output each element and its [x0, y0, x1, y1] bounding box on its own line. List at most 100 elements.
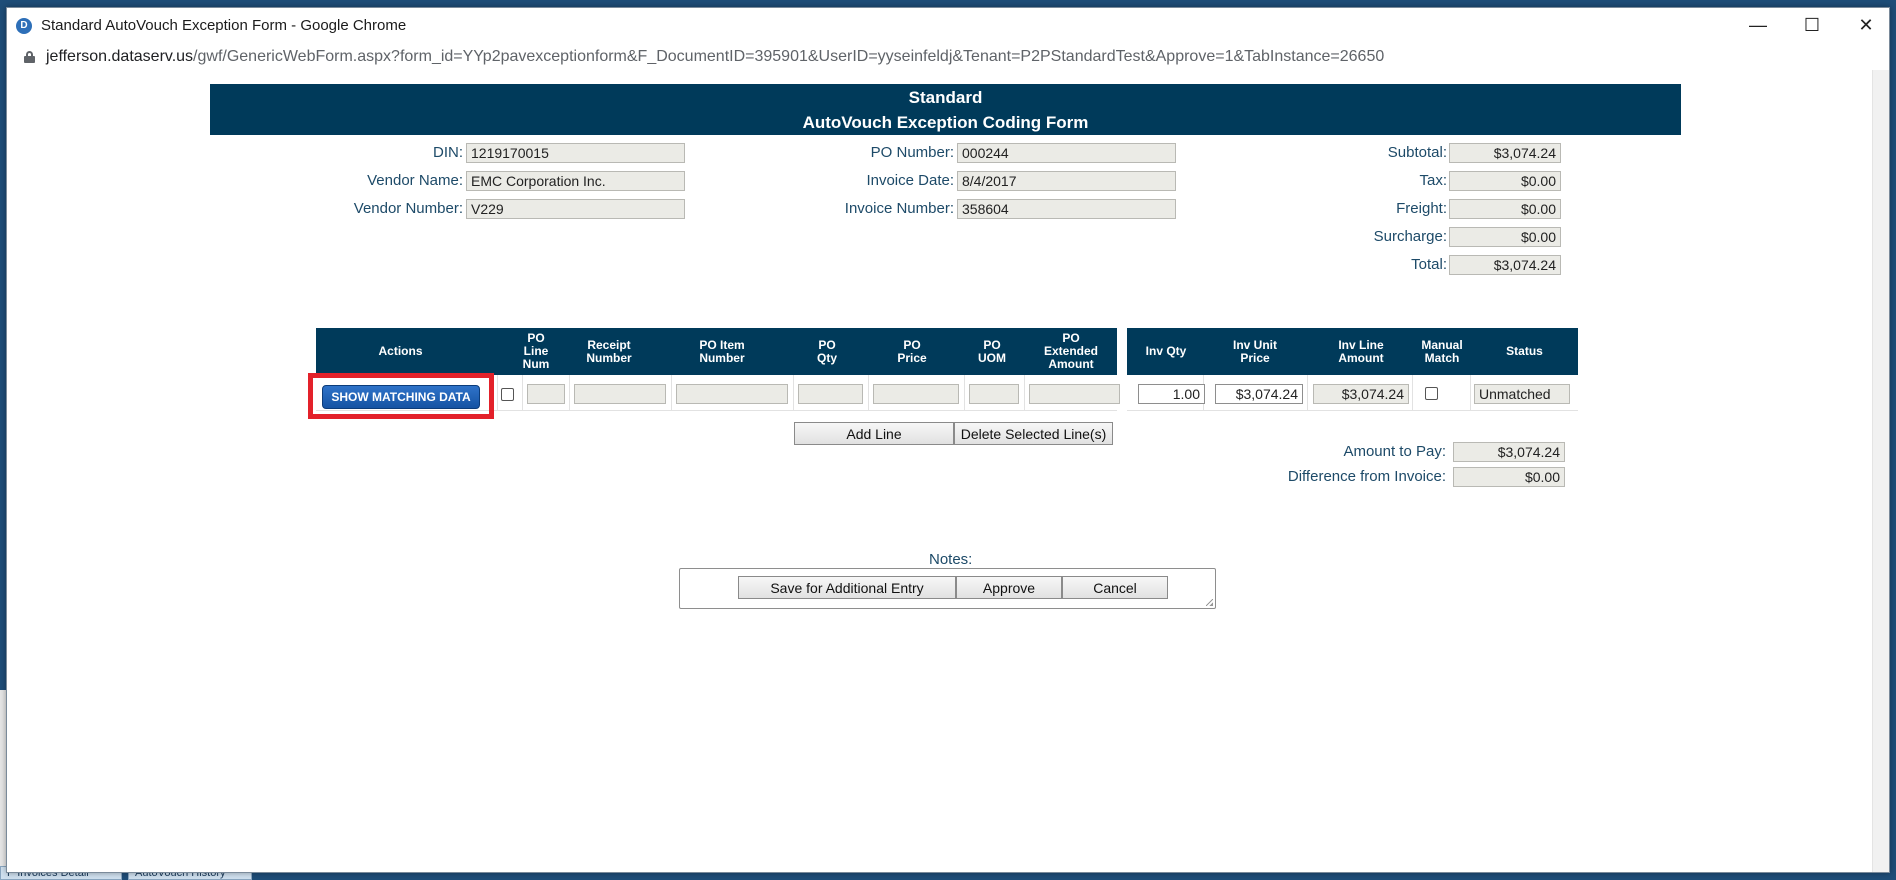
header-po-qty: PO Qty — [793, 328, 861, 375]
vendor-number-label: Vendor Number: — [353, 200, 463, 217]
row-separator — [1307, 375, 1308, 411]
header-inv-unit-price: Inv Unit Price — [1207, 328, 1303, 375]
notes-label: Notes: — [929, 551, 973, 568]
header-po-qty-2: Qty — [816, 350, 837, 365]
resize-handle-icon[interactable] — [1206, 599, 1213, 606]
po-grid-header: Actions PO Line Num Receipt Number PO Item N… — [316, 328, 1117, 375]
po-price-field[interactable] — [873, 384, 959, 404]
form-header: Standard AutoVouch Exception Coding Form — [210, 84, 1681, 135]
row-separator — [793, 375, 794, 411]
manual-match-checkbox[interactable] — [1425, 387, 1438, 400]
po-item-number-field[interactable] — [676, 384, 788, 404]
header-po-item-number-1: PO Item — [699, 337, 745, 352]
status-field[interactable]: Unmatched — [1474, 384, 1570, 404]
freight-field[interactable]: $0.00 — [1449, 199, 1561, 219]
header-actions: Actions — [378, 344, 423, 358]
header-po-price: PO Price — [868, 328, 956, 375]
surcharge-label: Surcharge: — [1373, 228, 1447, 245]
row-separator — [671, 375, 672, 411]
vendor-number-field[interactable]: V229 — [466, 199, 685, 219]
header-po-item-number-2: Number — [699, 350, 745, 365]
app-icon: D — [16, 17, 32, 34]
po-line-num-field[interactable] — [527, 384, 565, 404]
header-po-line-num-3: Num — [522, 357, 550, 371]
minimize-icon[interactable]: — — [1731, 8, 1785, 43]
row-separator — [522, 375, 523, 411]
po-extended-amount-field[interactable] — [1029, 384, 1120, 404]
surcharge-field[interactable]: $0.00 — [1449, 227, 1561, 247]
invoice-grid-header: Inv Qty Inv Unit Price Inv Line Amount Man… — [1127, 328, 1578, 375]
header-po-uom-1: PO — [983, 337, 1001, 352]
lock-icon — [24, 50, 35, 63]
header-receipt-number-2: Number — [586, 350, 632, 365]
address-bar[interactable]: jefferson.dataserv.us/gwf/GenericWebForm… — [7, 43, 1889, 70]
header-receipt-number: Receipt Number — [563, 328, 655, 375]
invoice-number-field[interactable]: 358604 — [957, 199, 1176, 219]
subtotal-field[interactable]: $3,074.24 — [1449, 143, 1561, 163]
total-label: Total: — [1411, 256, 1447, 273]
vendor-name-field[interactable]: EMC Corporation Inc. — [466, 171, 685, 191]
window-title: Standard AutoVouch Exception Form - Goog… — [41, 17, 407, 34]
header-inv-line-amount-1: Inv Line — [1338, 337, 1384, 352]
receipt-number-field[interactable] — [574, 384, 666, 404]
difference-from-invoice-label: Difference from Invoice: — [1287, 468, 1446, 485]
inv-qty-field[interactable]: 1.00 — [1138, 384, 1205, 404]
inv-unit-price-field[interactable]: $3,074.24 — [1215, 384, 1303, 404]
header-inv-qty: Inv Qty — [1145, 344, 1187, 358]
header-line-2: AutoVouch Exception Coding Form — [802, 113, 1089, 132]
title-bar: D Standard AutoVouch Exception Form - Go… — [7, 8, 1889, 43]
delete-selected-lines-button[interactable]: Delete Selected Line(s) — [954, 422, 1113, 445]
header-po-line-num: PO Line Num — [517, 328, 555, 375]
amount-to-pay-label: Amount to Pay: — [1343, 443, 1446, 460]
invoice-date-field[interactable]: 8/4/2017 — [957, 171, 1176, 191]
header-inv-unit-price-2: Price — [1240, 350, 1270, 365]
row-separator — [1470, 375, 1471, 411]
vertical-scrollbar[interactable] — [1872, 70, 1889, 872]
invoice-date-label: Invoice Date: — [866, 172, 954, 189]
header-manual-match: Manual Match — [1413, 328, 1471, 375]
header-po-extended-amount-3: Amount — [1048, 357, 1094, 371]
url-path: /gwf/GenericWebForm.aspx?form_id=YYp2pav… — [193, 47, 1385, 65]
header-inv-line-amount: Inv Line Amount — [1311, 328, 1411, 375]
row-separator — [569, 375, 570, 411]
row-bottom-line — [1127, 410, 1578, 411]
difference-from-invoice-field[interactable]: $0.00 — [1453, 467, 1565, 487]
header-po-item-number: PO Item Number — [666, 328, 778, 375]
header-line-1: Standard — [908, 88, 983, 107]
browser-window: D Standard AutoVouch Exception Form - Go… — [6, 7, 1890, 873]
header-po-extended-amount: PO Extended Amount — [1027, 328, 1115, 375]
header-receipt-number-1: Receipt — [587, 337, 631, 352]
select-line-checkbox[interactable] — [501, 388, 514, 401]
header-status: Status — [1506, 344, 1543, 358]
po-qty-field[interactable] — [798, 384, 863, 404]
url-host: jefferson.dataserv.us — [46, 47, 194, 65]
vendor-name-label: Vendor Name: — [367, 172, 463, 189]
header-manual-match-1: Manual — [1421, 337, 1463, 352]
amount-to-pay-field[interactable]: $3,074.24 — [1453, 442, 1565, 462]
din-field[interactable]: 1219170015 — [466, 143, 685, 163]
po-number-label: PO Number: — [870, 144, 954, 161]
page-content: Standard AutoVouch Exception Coding Form… — [7, 70, 1889, 872]
url-text[interactable]: jefferson.dataserv.us/gwf/GenericWebForm… — [46, 48, 1384, 66]
header-po-price-2: Price — [897, 350, 927, 365]
cancel-button[interactable]: Cancel — [1062, 576, 1168, 599]
maximize-icon[interactable]: ☐ — [1785, 8, 1839, 43]
header-po-price-1: PO — [903, 337, 921, 352]
close-icon[interactable]: ✕ — [1839, 8, 1889, 43]
din-label: DIN: — [433, 144, 463, 161]
po-number-field[interactable]: 000244 — [957, 143, 1176, 163]
save-for-additional-entry-button[interactable]: Save for Additional Entry — [738, 576, 956, 599]
total-field[interactable]: $3,074.24 — [1449, 255, 1561, 275]
row-separator — [1024, 375, 1025, 411]
invoice-number-label: Invoice Number: — [844, 200, 954, 217]
inv-line-amount-field[interactable]: $3,074.24 — [1313, 384, 1409, 404]
header-po-qty-1: PO — [818, 337, 836, 352]
row-separator — [868, 375, 869, 411]
freight-label: Freight: — [1396, 200, 1447, 217]
tax-field[interactable]: $0.00 — [1449, 171, 1561, 191]
approve-button[interactable]: Approve — [956, 576, 1062, 599]
add-line-button[interactable]: Add Line — [794, 422, 954, 445]
po-uom-field[interactable] — [969, 384, 1019, 404]
row-separator — [1412, 375, 1413, 411]
subtotal-label: Subtotal: — [1387, 144, 1447, 161]
